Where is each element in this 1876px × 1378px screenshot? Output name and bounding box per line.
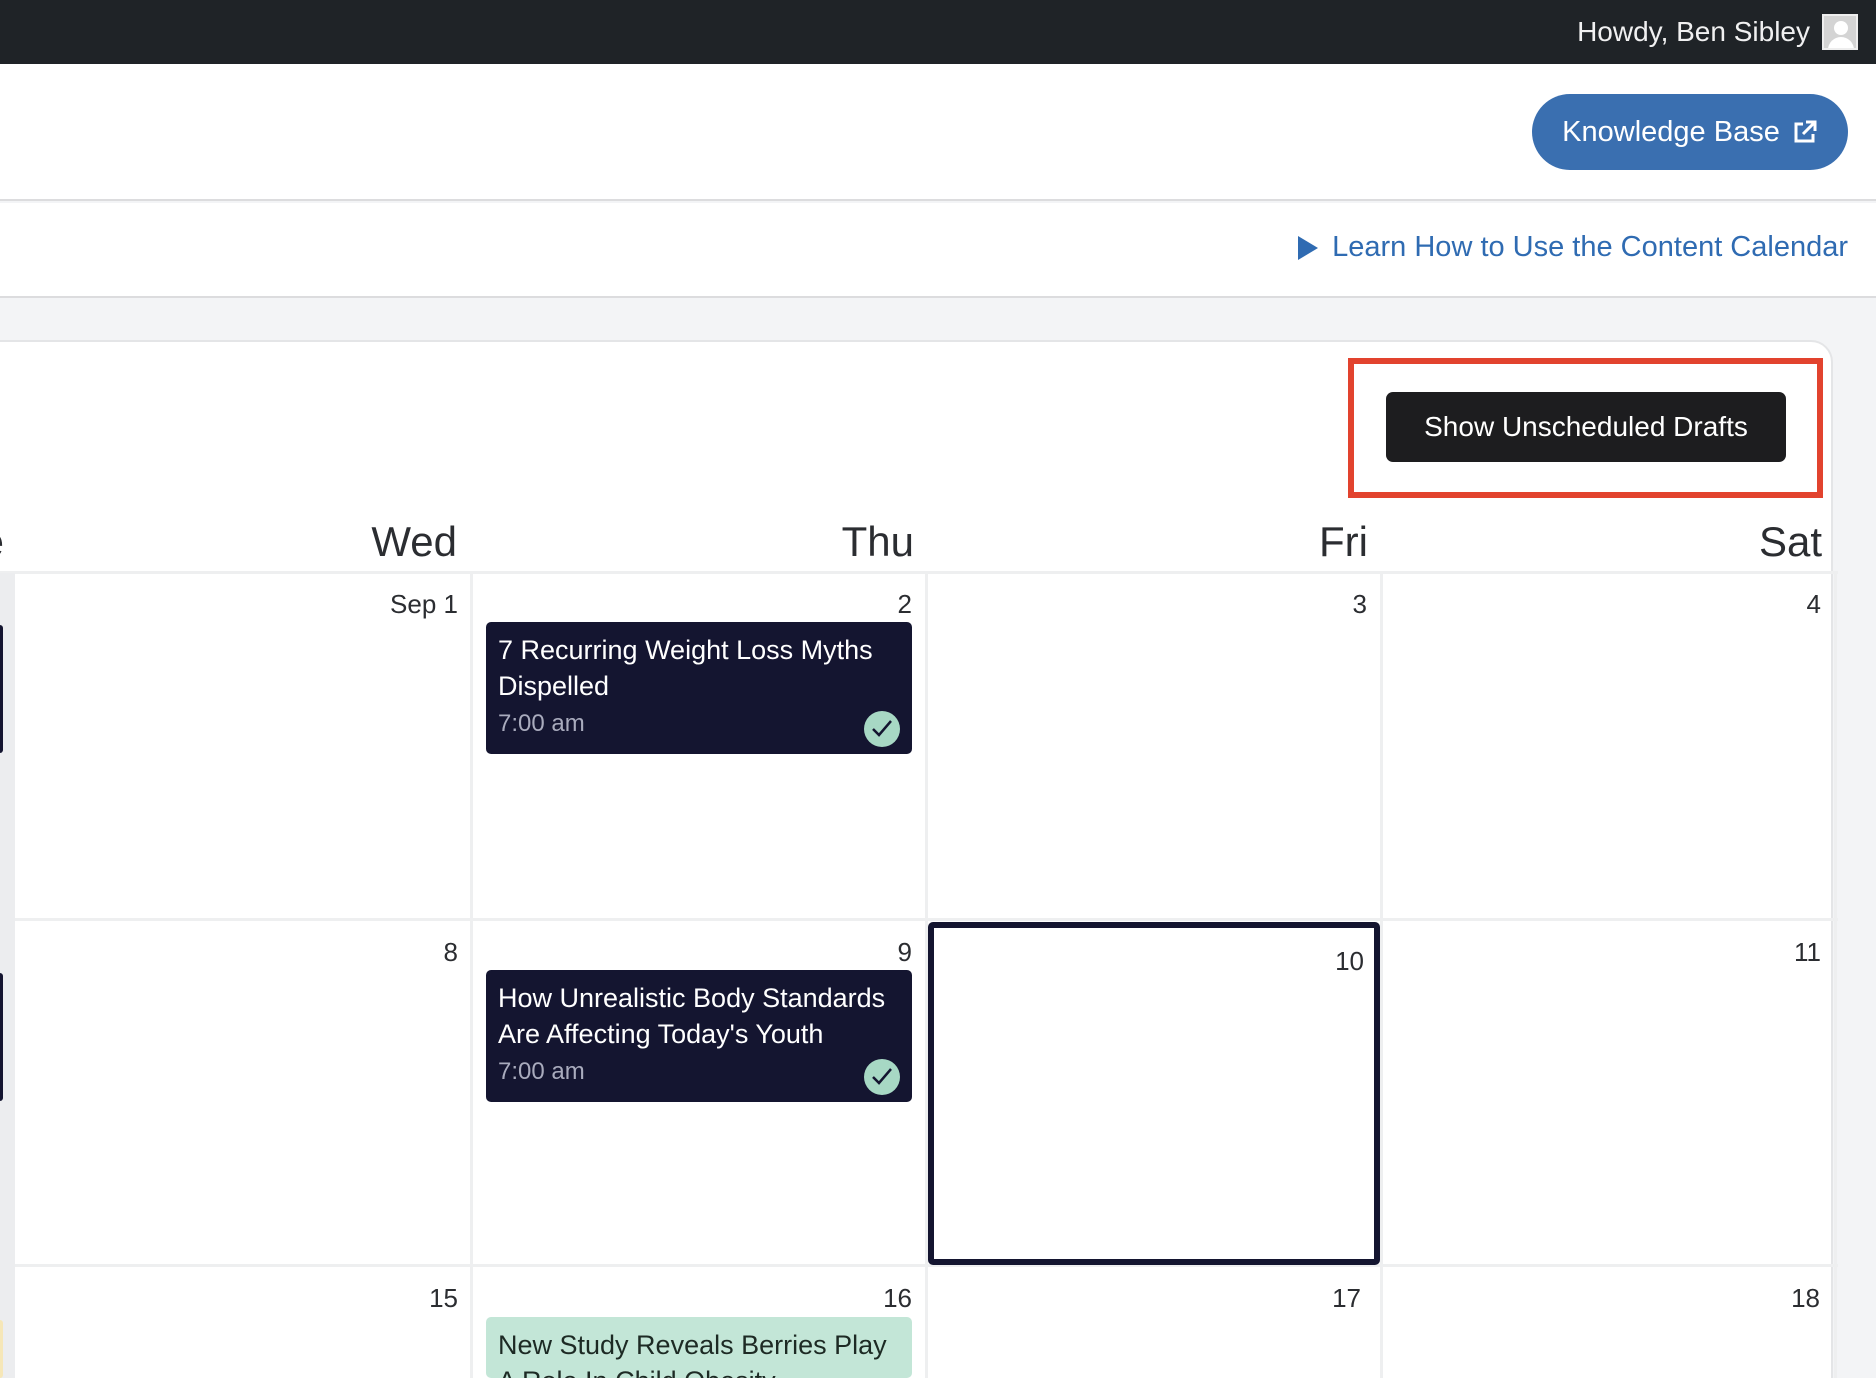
check-icon <box>864 711 900 747</box>
event-title: 7 Recurring Weight Loss Myths Dispelled <box>498 635 873 701</box>
event-time: 7:00 am <box>498 710 585 737</box>
avatar-body <box>1828 37 1854 48</box>
date-10: 10 <box>1335 946 1364 976</box>
day-header-partial: e <box>0 518 4 566</box>
avatar-head <box>1834 21 1848 35</box>
date-3[interactable]: 3 <box>1247 589 1367 620</box>
help-band: Learn How to Use the Content Calendar <box>0 203 1876 298</box>
check-icon <box>864 1059 900 1095</box>
event-time: 7:00 am <box>498 1058 585 1085</box>
date-4[interactable]: 4 <box>1701 589 1821 620</box>
header-band: Knowledge Base <box>0 64 1876 201</box>
grid-line <box>0 1264 1838 1267</box>
day-header-sat: Sat <box>1758 518 1822 565</box>
play-icon <box>1298 235 1319 260</box>
learn-link-label: Learn How to Use the Content Calendar <box>1332 231 1848 263</box>
grid-line <box>1834 573 1837 1378</box>
day-header-thu: Thu <box>841 518 914 565</box>
date-8[interactable]: 8 <box>338 937 458 968</box>
today-cell[interactable]: 10 <box>928 922 1380 1265</box>
date-17[interactable]: 17 <box>1241 1283 1361 1314</box>
day-header-fri: Fri <box>1319 518 1368 565</box>
date-sep-1[interactable]: Sep 1 <box>338 589 458 620</box>
show-unscheduled-drafts-button[interactable]: Show Unscheduled Drafts <box>1386 392 1786 462</box>
knowledge-base-label: Knowledge Base <box>1562 115 1780 148</box>
previous-day-event[interactable] <box>0 625 3 753</box>
calendar-event[interactable]: New Study Reveals Berries Play A Role In… <box>486 1317 912 1378</box>
external-link-icon <box>1794 120 1817 143</box>
avatar[interactable] <box>1822 14 1858 50</box>
grid-line <box>0 918 1838 921</box>
date-2[interactable]: 2 <box>792 589 912 620</box>
knowledge-base-button[interactable]: Knowledge Base <box>1532 94 1848 170</box>
event-title: New Study Reveals Berries Play A Role In… <box>498 1330 887 1378</box>
grid-line <box>470 573 473 1378</box>
grid-line <box>0 571 1838 574</box>
previous-day-event[interactable] <box>0 1320 3 1378</box>
date-9[interactable]: 9 <box>792 937 912 968</box>
date-11[interactable]: 11 <box>1701 937 1821 968</box>
admin-bar: Howdy, Ben Sibley <box>0 0 1876 64</box>
date-18[interactable]: 18 <box>1700 1283 1820 1314</box>
date-16[interactable]: 16 <box>792 1283 912 1314</box>
grid-line <box>1380 573 1383 1378</box>
howdy-greeting[interactable]: Howdy, Ben Sibley <box>1577 16 1810 48</box>
day-header-wed: Wed <box>371 518 457 565</box>
calendar-event[interactable]: 7 Recurring Weight Loss Myths Dispelled … <box>486 622 912 754</box>
learn-calendar-link[interactable]: Learn How to Use the Content Calendar <box>1298 231 1848 264</box>
calendar-event[interactable]: How Unrealistic Body Standards Are Affec… <box>486 970 912 1102</box>
previous-day-event[interactable] <box>0 973 3 1101</box>
event-title: How Unrealistic Body Standards Are Affec… <box>498 983 886 1049</box>
date-15[interactable]: 15 <box>338 1283 458 1314</box>
